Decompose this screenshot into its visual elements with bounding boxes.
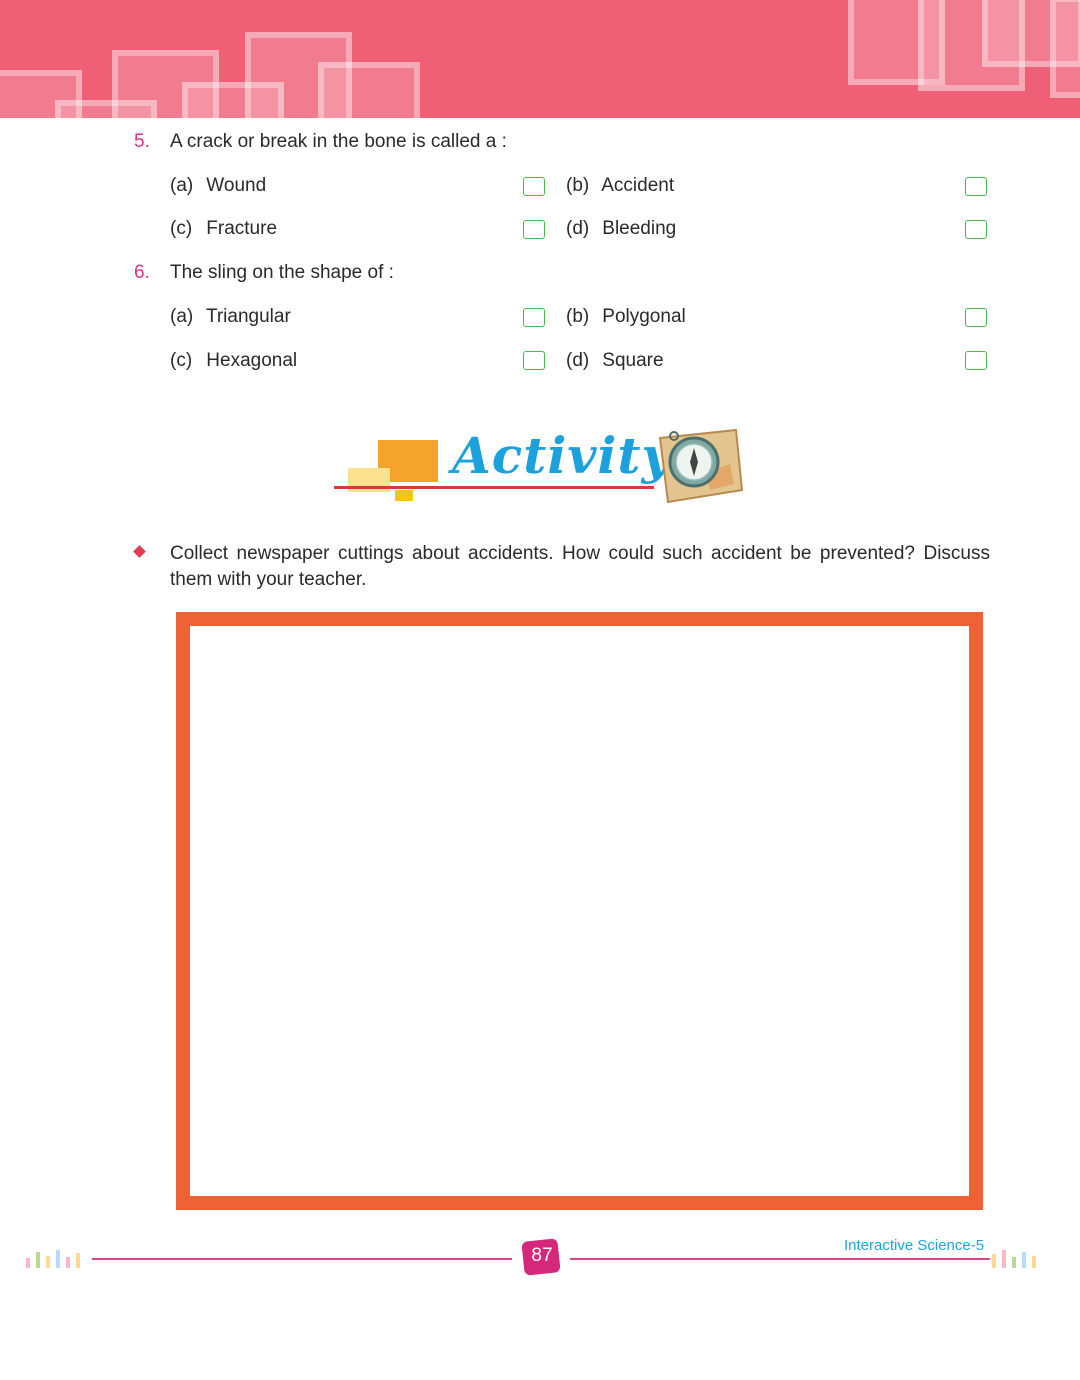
checkbox-6b[interactable] — [965, 308, 987, 327]
question-text: The sling on the shape of : — [170, 262, 394, 283]
checkbox-5b[interactable] — [965, 177, 987, 196]
option-letter: (b) — [566, 306, 590, 327]
option-letter: (d) — [566, 218, 590, 239]
header-decor-square — [318, 62, 420, 118]
checkbox-5c[interactable] — [523, 220, 545, 239]
compass-map-icon — [658, 428, 744, 504]
header-decor-square — [1050, 0, 1080, 98]
activity-heading: Activity — [330, 420, 750, 510]
option-text: Hexagonal — [206, 350, 298, 371]
activity-underline — [334, 486, 654, 489]
option-6a: (a) Triangular — [170, 305, 291, 329]
checkbox-6c[interactable] — [523, 351, 545, 370]
question-number: 5. — [134, 131, 150, 152]
option-5b: (b) Accident — [566, 174, 674, 198]
activity-title: Activity — [452, 426, 672, 485]
page-number: 87 — [531, 1245, 553, 1266]
question-6: 6. The sling on the shape of : — [134, 261, 394, 285]
option-text: Bleeding — [602, 218, 677, 239]
option-text: Polygonal — [602, 306, 686, 327]
footer-decor-left — [26, 1250, 86, 1272]
answer-box[interactable] — [176, 612, 983, 1210]
option-6b: (b) Polygonal — [566, 305, 686, 329]
footer-line-left — [92, 1258, 512, 1260]
option-text: Wound — [206, 175, 267, 196]
activity-instruction: Collect newspaper cuttings about acciden… — [170, 543, 990, 590]
checkbox-6a[interactable] — [523, 308, 545, 327]
option-5a: (a) Wound — [170, 174, 266, 198]
option-letter: (c) — [170, 218, 193, 239]
option-letter: (c) — [170, 350, 193, 371]
question-5: 5. A crack or break in the bone is called… — [134, 130, 507, 154]
option-text: Fracture — [206, 218, 278, 239]
option-5c: (c) Fracture — [170, 217, 277, 241]
footer-decor-right — [992, 1250, 1042, 1272]
option-text: Square — [602, 350, 664, 371]
option-text: Accident — [601, 175, 675, 196]
option-5d: (d) Bleeding — [566, 217, 676, 241]
option-6c: (c) Hexagonal — [170, 349, 297, 373]
option-letter: (a) — [170, 306, 194, 327]
option-6d: (d) Square — [566, 349, 664, 373]
header-banner — [0, 0, 1080, 118]
activity-small-block — [395, 490, 413, 501]
bullet-icon — [133, 545, 146, 558]
option-letter: (b) — [566, 175, 590, 196]
book-title: Interactive Science-5 — [844, 1237, 985, 1254]
question-number: 6. — [134, 262, 150, 283]
checkbox-5d[interactable] — [965, 220, 987, 239]
footer-line-right — [570, 1258, 990, 1260]
option-letter: (a) — [170, 175, 194, 196]
checkbox-5a[interactable] — [523, 177, 545, 196]
checkbox-6d[interactable] — [965, 351, 987, 370]
question-text: A crack or break in the bone is called a… — [170, 131, 507, 152]
option-letter: (d) — [566, 350, 590, 371]
option-text: Triangular — [205, 306, 291, 327]
